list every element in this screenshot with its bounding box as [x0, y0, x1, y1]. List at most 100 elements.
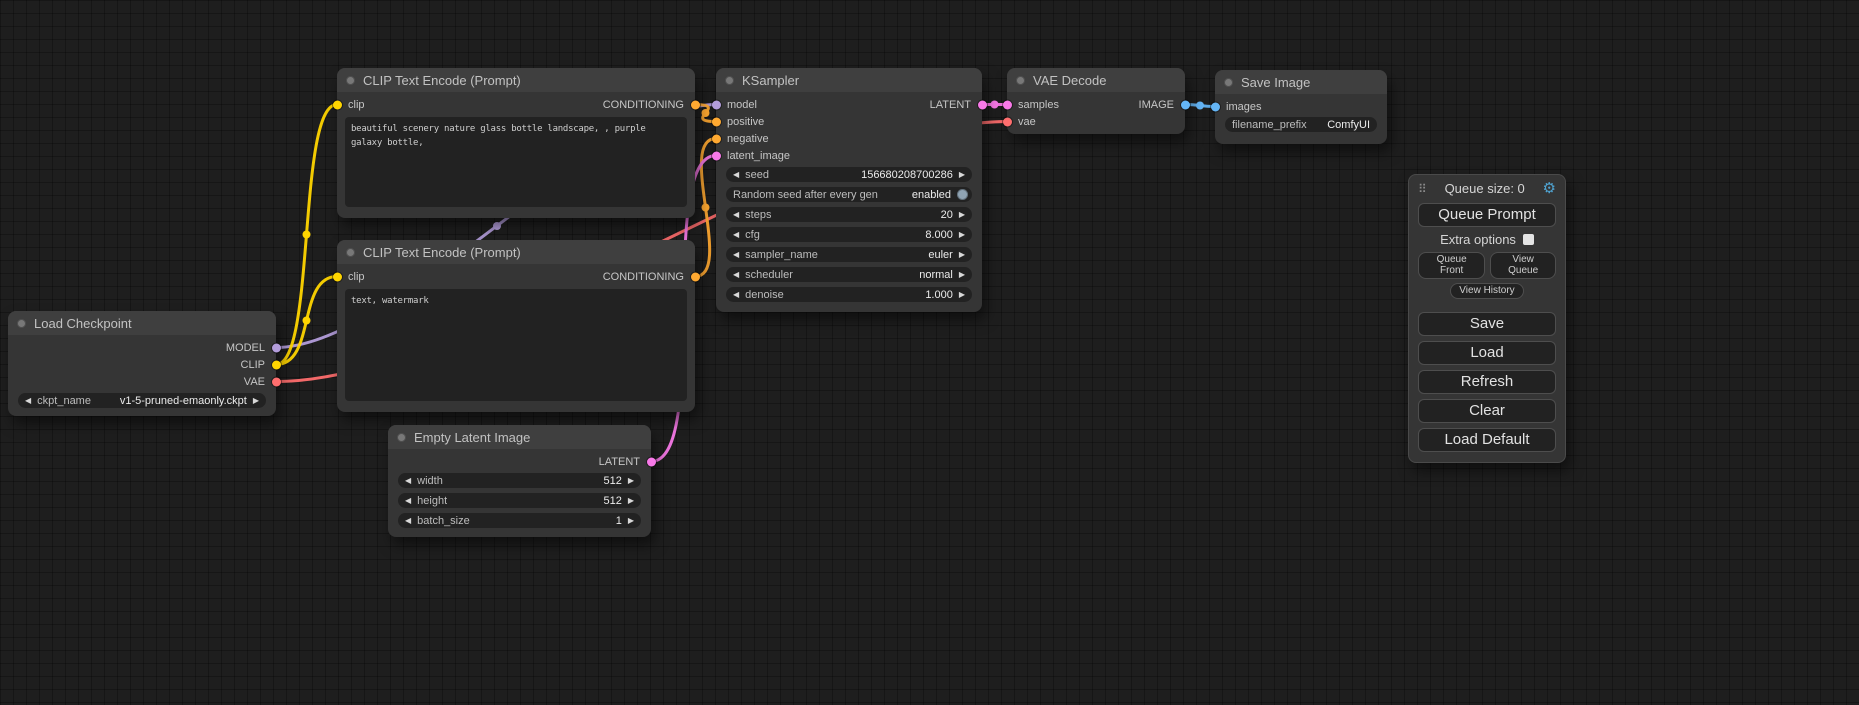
ckpt-name-widget[interactable]: ◀ ckpt_name v1-5-pruned-emaonly.ckpt ▶	[18, 393, 266, 408]
collapse-dot-icon[interactable]	[346, 76, 355, 85]
widget-label: sampler_name	[745, 249, 818, 261]
width-widget[interactable]: ◀ width 512 ▶	[398, 473, 641, 488]
slot-row: model LATENT	[716, 96, 982, 113]
input-dot-latent-image[interactable]	[712, 151, 721, 160]
negative-prompt-input[interactable]: text, watermark	[345, 289, 687, 401]
history-buttons-row: View History	[1418, 283, 1556, 299]
input-dot-clip[interactable]	[333, 100, 342, 109]
output-slot-model[interactable]: MODEL	[8, 339, 276, 356]
node-titlebar[interactable]: CLIP Text Encode (Prompt)	[337, 240, 695, 264]
node-save-image[interactable]: Save Image images filename_prefix ComfyU…	[1215, 70, 1387, 144]
input-slot-positive[interactable]: positive	[716, 113, 982, 130]
node-load-checkpoint[interactable]: Load Checkpoint MODEL CLIP VAE ◀ ckpt_na…	[8, 311, 276, 416]
output-slot-vae[interactable]: VAE	[8, 373, 276, 390]
output-dot-conditioning[interactable]	[691, 100, 700, 109]
extra-options-checkbox[interactable]	[1523, 234, 1534, 245]
input-slot-negative[interactable]: negative	[716, 130, 982, 147]
node-titlebar[interactable]: Empty Latent Image	[388, 425, 651, 449]
scheduler-widget[interactable]: ◀ scheduler normal ▶	[726, 267, 972, 282]
increment-arrow-icon[interactable]: ▶	[959, 231, 965, 239]
collapse-dot-icon[interactable]	[1224, 78, 1233, 87]
decrement-arrow-icon[interactable]: ◀	[405, 497, 411, 505]
output-slot-latent[interactable]: LATENT	[388, 453, 651, 470]
increment-arrow-icon[interactable]: ▶	[959, 291, 965, 299]
refresh-button[interactable]: Refresh	[1418, 370, 1556, 394]
prev-arrow-icon[interactable]: ◀	[25, 397, 31, 405]
queue-panel[interactable]: ⠿ Queue size: 0 ⚙ Queue Prompt Extra opt…	[1408, 174, 1566, 463]
output-slot-clip[interactable]: CLIP	[8, 356, 276, 373]
output-dot-model[interactable]	[272, 343, 281, 352]
decrement-arrow-icon[interactable]: ◀	[405, 517, 411, 525]
queue-prompt-button[interactable]: Queue Prompt	[1418, 203, 1556, 227]
toggle-knob-icon[interactable]	[957, 189, 968, 200]
drag-handle-icon[interactable]: ⠿	[1418, 182, 1427, 196]
increment-arrow-icon[interactable]: ▶	[628, 497, 634, 505]
prev-arrow-icon[interactable]: ◀	[733, 271, 739, 279]
input-dot-images[interactable]	[1211, 102, 1220, 111]
settings-gear-icon[interactable]: ⚙	[1543, 181, 1556, 196]
decrement-arrow-icon[interactable]: ◀	[405, 477, 411, 485]
output-dot-clip[interactable]	[272, 360, 281, 369]
next-arrow-icon[interactable]: ▶	[959, 251, 965, 259]
input-dot-samples[interactable]	[1003, 100, 1012, 109]
output-dot-vae[interactable]	[272, 377, 281, 386]
node-ksampler[interactable]: KSampler model LATENT positive negative …	[716, 68, 982, 312]
output-dot-latent[interactable]	[978, 100, 987, 109]
input-slot-latent-image[interactable]: latent_image	[716, 147, 982, 164]
input-slot-images[interactable]: images	[1215, 98, 1387, 115]
denoise-widget[interactable]: ◀ denoise 1.000 ▶	[726, 287, 972, 302]
cfg-widget[interactable]: ◀ cfg 8.000 ▶	[726, 227, 972, 242]
output-dot-conditioning[interactable]	[691, 272, 700, 281]
node-titlebar[interactable]: VAE Decode	[1007, 68, 1185, 92]
load-default-button[interactable]: Load Default	[1418, 428, 1556, 452]
collapse-dot-icon[interactable]	[17, 319, 26, 328]
next-arrow-icon[interactable]: ▶	[959, 271, 965, 279]
clear-button[interactable]: Clear	[1418, 399, 1556, 423]
seed-widget[interactable]: ◀ seed 156680208700286 ▶	[726, 167, 972, 182]
increment-arrow-icon[interactable]: ▶	[959, 171, 965, 179]
view-queue-button[interactable]: View Queue	[1490, 252, 1556, 279]
view-history-button[interactable]: View History	[1450, 283, 1523, 299]
filename-prefix-widget[interactable]: filename_prefix ComfyUI	[1225, 117, 1377, 132]
decrement-arrow-icon[interactable]: ◀	[733, 231, 739, 239]
input-dot-clip[interactable]	[333, 272, 342, 281]
steps-widget[interactable]: ◀ steps 20 ▶	[726, 207, 972, 222]
queue-front-button[interactable]: Queue Front	[1418, 252, 1485, 279]
slot-row: clip CONDITIONING	[337, 96, 695, 113]
node-titlebar[interactable]: Load Checkpoint	[8, 311, 276, 335]
node-vae-decode[interactable]: VAE Decode samples IMAGE vae	[1007, 68, 1185, 134]
node-clip-text-encode-positive[interactable]: CLIP Text Encode (Prompt) clip CONDITION…	[337, 68, 695, 218]
input-dot-negative[interactable]	[712, 134, 721, 143]
sampler-name-widget[interactable]: ◀ sampler_name euler ▶	[726, 247, 972, 262]
node-clip-text-encode-negative[interactable]: CLIP Text Encode (Prompt) clip CONDITION…	[337, 240, 695, 412]
input-dot-positive[interactable]	[712, 117, 721, 126]
load-button[interactable]: Load	[1418, 341, 1556, 365]
increment-arrow-icon[interactable]: ▶	[959, 211, 965, 219]
decrement-arrow-icon[interactable]: ◀	[733, 171, 739, 179]
collapse-dot-icon[interactable]	[725, 76, 734, 85]
prev-arrow-icon[interactable]: ◀	[733, 251, 739, 259]
graph-canvas[interactable]: Load Checkpoint MODEL CLIP VAE ◀ ckpt_na…	[0, 0, 1859, 705]
batch-size-widget[interactable]: ◀ batch_size 1 ▶	[398, 513, 641, 528]
increment-arrow-icon[interactable]: ▶	[628, 517, 634, 525]
collapse-dot-icon[interactable]	[397, 433, 406, 442]
decrement-arrow-icon[interactable]: ◀	[733, 291, 739, 299]
collapse-dot-icon[interactable]	[1016, 76, 1025, 85]
collapse-dot-icon[interactable]	[346, 248, 355, 257]
node-titlebar[interactable]: KSampler	[716, 68, 982, 92]
next-arrow-icon[interactable]: ▶	[253, 397, 259, 405]
increment-arrow-icon[interactable]: ▶	[628, 477, 634, 485]
save-button[interactable]: Save	[1418, 312, 1556, 336]
height-widget[interactable]: ◀ height 512 ▶	[398, 493, 641, 508]
input-dot-vae[interactable]	[1003, 117, 1012, 126]
output-dot-latent[interactable]	[647, 457, 656, 466]
input-slot-vae[interactable]: vae	[1007, 113, 1185, 130]
node-titlebar[interactable]: Save Image	[1215, 70, 1387, 94]
output-dot-image[interactable]	[1181, 100, 1190, 109]
node-titlebar[interactable]: CLIP Text Encode (Prompt)	[337, 68, 695, 92]
input-dot-model[interactable]	[712, 100, 721, 109]
decrement-arrow-icon[interactable]: ◀	[733, 211, 739, 219]
positive-prompt-input[interactable]: beautiful scenery nature glass bottle la…	[345, 117, 687, 207]
node-empty-latent-image[interactable]: Empty Latent Image LATENT ◀ width 512 ▶ …	[388, 425, 651, 537]
random-seed-toggle[interactable]: Random seed after every gen enabled	[726, 187, 972, 202]
